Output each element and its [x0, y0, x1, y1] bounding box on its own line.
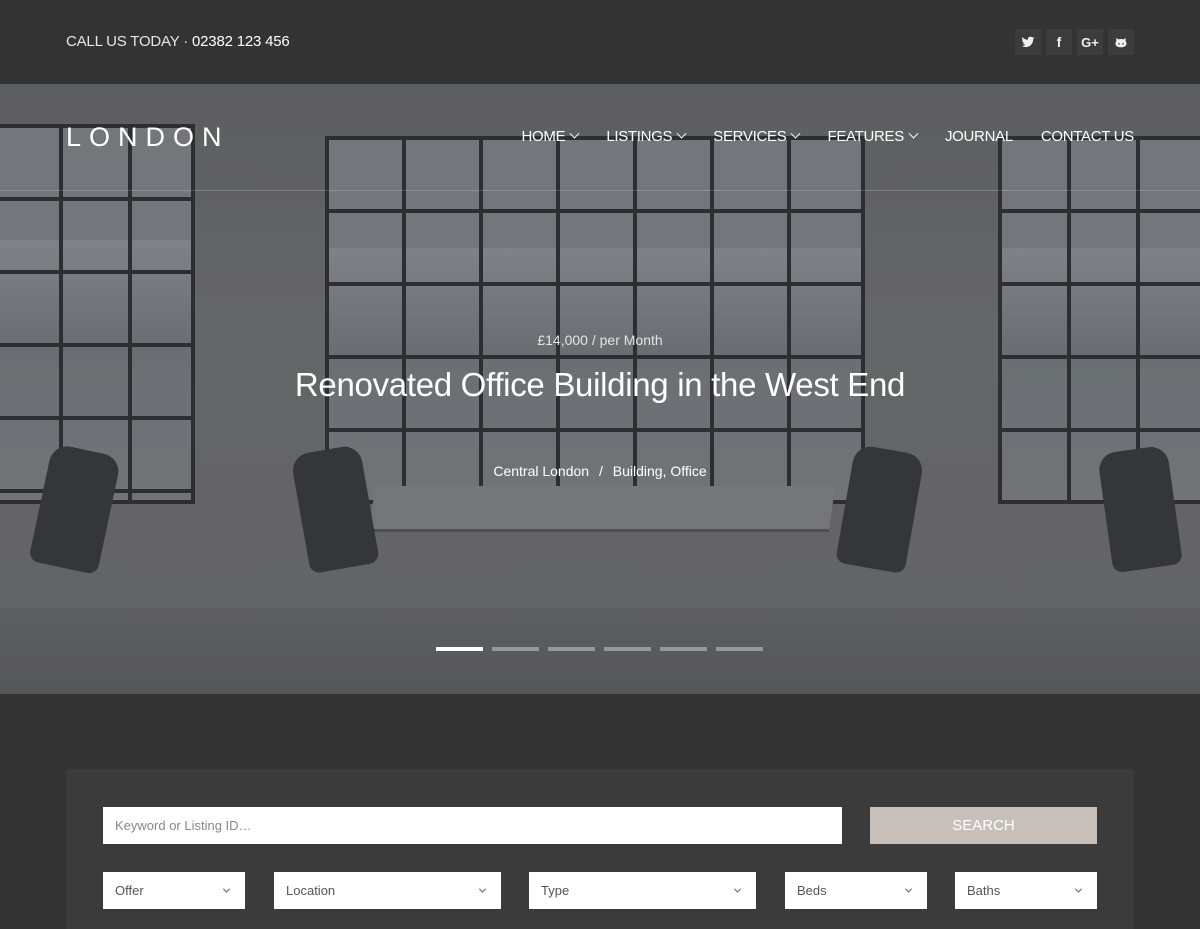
type-select[interactable]: Type	[529, 872, 756, 909]
chevron-down-icon	[904, 885, 913, 893]
listing-types[interactable]: Building, Office	[613, 463, 707, 479]
chevron-down-icon	[1074, 885, 1083, 893]
nav-item-services[interactable]: SERVICES	[713, 128, 801, 145]
twitter-icon[interactable]	[1015, 29, 1041, 55]
location-select[interactable]: Location	[274, 872, 501, 909]
chevron-down-icon	[791, 128, 801, 139]
main-nav: HOME LISTINGS SERVICES FEATURES JOURNAL …	[522, 128, 1135, 145]
chevron-down-icon	[569, 128, 580, 139]
chevron-down-icon	[908, 128, 919, 139]
call-us-text: CALL US TODAY · 02382 123 456	[66, 33, 290, 50]
listing-meta: Central London / Building, Office	[0, 463, 1200, 479]
top-bar: CALL US TODAY · 02382 123 456 f G+	[0, 0, 1200, 84]
listing-price: £14,000 / per Month	[537, 332, 663, 348]
nav-label: HOME	[521, 128, 566, 145]
nav-item-contact-us[interactable]: CONTACT US	[1041, 128, 1134, 145]
nav-label: JOURNAL	[944, 128, 1013, 145]
facebook-icon[interactable]: f	[1046, 29, 1072, 55]
site-logo[interactable]: LONDON	[66, 122, 230, 153]
slider-dot[interactable]	[716, 647, 763, 651]
social-links: f G+	[1015, 29, 1134, 55]
nav-label: LISTINGS	[606, 128, 673, 145]
slider-dot[interactable]	[436, 647, 483, 651]
nav-item-features[interactable]: FEATURES	[827, 128, 919, 145]
phone-number[interactable]: 02382 123 456	[192, 33, 290, 50]
select-label: Location	[286, 883, 336, 898]
nav-label: FEATURES	[827, 128, 904, 145]
baths-select[interactable]: Baths	[955, 872, 1097, 909]
nav-item-journal[interactable]: JOURNAL	[945, 128, 1013, 145]
select-label: Type	[541, 883, 570, 898]
select-label: Baths	[967, 883, 1001, 898]
nav-item-home[interactable]: HOME	[521, 128, 580, 145]
github-icon[interactable]	[1108, 29, 1134, 55]
nav-item-listings[interactable]: LISTINGS	[606, 128, 687, 145]
slider-dot[interactable]	[548, 647, 595, 651]
keyword-input[interactable]	[103, 807, 842, 844]
call-label: CALL US TODAY ·	[66, 33, 189, 50]
chevron-down-icon	[676, 128, 687, 139]
property-search-panel: SEARCH Offer Location Type Beds Baths	[66, 769, 1134, 929]
google-plus-icon[interactable]: G+	[1077, 29, 1103, 55]
offer-select[interactable]: Offer	[103, 872, 245, 909]
chevron-down-icon	[478, 885, 487, 893]
search-button[interactable]: SEARCH	[870, 807, 1097, 844]
chevron-down-icon	[222, 885, 231, 893]
header-divider	[0, 190, 1200, 191]
listing-title[interactable]: Renovated Office Building in the West En…	[290, 366, 910, 403]
beds-select[interactable]: Beds	[785, 872, 927, 909]
meta-separator: /	[598, 463, 603, 479]
slider-dot[interactable]	[492, 647, 539, 651]
slider-dot[interactable]	[660, 647, 707, 651]
select-label: Offer	[115, 883, 144, 898]
nav-label: SERVICES	[713, 128, 787, 145]
hero-slider: LONDON HOME LISTINGS SERVICES FEATURES J…	[0, 84, 1200, 694]
slider-pagination	[436, 647, 763, 651]
listing-location[interactable]: Central London	[493, 463, 589, 479]
chevron-down-icon	[733, 885, 742, 893]
nav-label: CONTACT US	[1040, 128, 1134, 145]
slider-dot[interactable]	[604, 647, 651, 651]
select-label: Beds	[797, 883, 827, 898]
